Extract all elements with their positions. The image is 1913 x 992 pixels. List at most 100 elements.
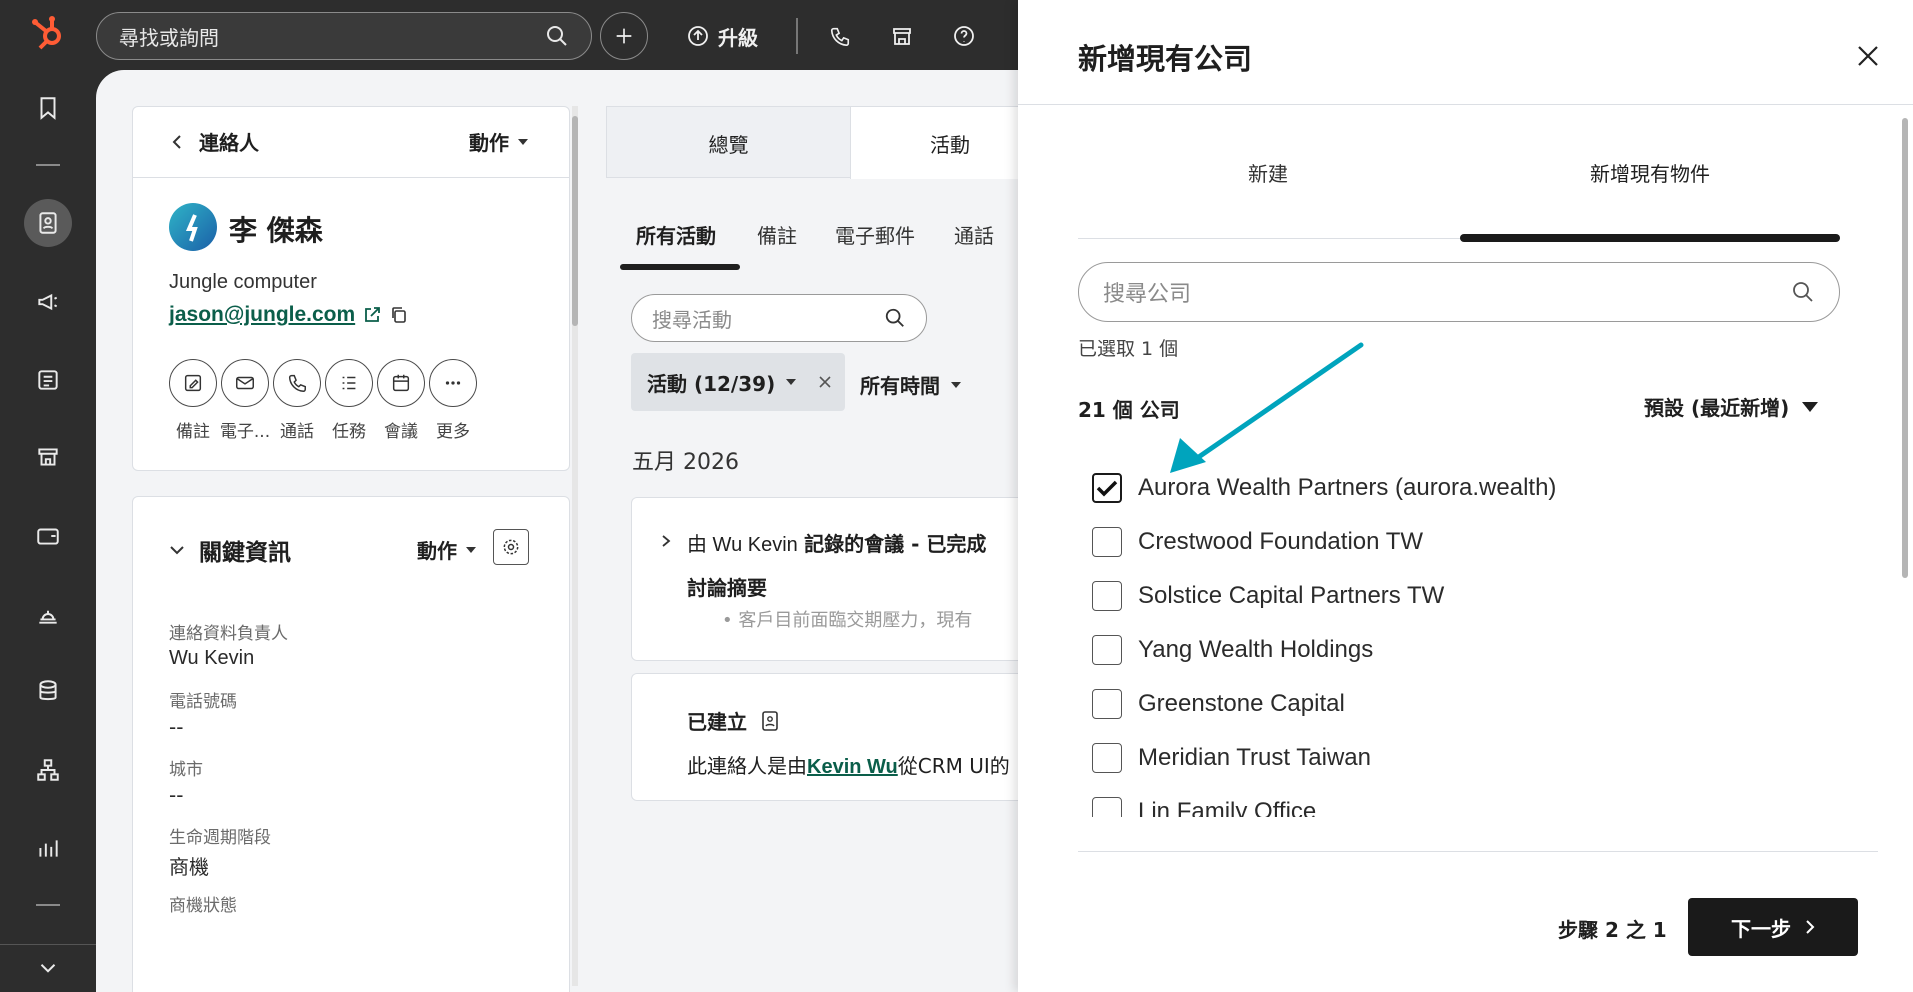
subtab-all-activities[interactable]: 所有活動 [636, 220, 716, 249]
subtab-calls[interactable]: 通話 [954, 220, 994, 249]
company-checkbox[interactable] [1092, 797, 1122, 817]
global-search-input[interactable]: 尋找或詢問 [96, 12, 592, 60]
meeting-logged-by: 由 Wu Kevin [687, 534, 798, 556]
gear-icon [503, 539, 519, 555]
email-action-button[interactable] [221, 359, 269, 407]
company-checkbox[interactable] [1092, 473, 1122, 503]
task-action-button[interactable] [325, 359, 373, 407]
city-field-value[interactable]: -- [169, 783, 183, 807]
contact-actions-dropdown[interactable]: 動作 [469, 127, 529, 156]
activity-search-input[interactable]: 搜尋活動 [631, 294, 927, 342]
upgrade-arrow-icon [688, 26, 708, 46]
reports-chart-icon[interactable] [24, 824, 72, 872]
subtab-notes[interactable]: 備註 [757, 220, 797, 249]
lead-status-field-label: 商機狀態 [169, 896, 237, 916]
company-checkbox[interactable] [1092, 743, 1122, 773]
contact-record-icon [762, 710, 778, 731]
back-to-contacts-link[interactable]: 連絡人 [169, 127, 259, 156]
rail-divider [36, 904, 60, 906]
meeting-action-button[interactable] [377, 359, 425, 407]
external-link-icon[interactable] [363, 306, 381, 324]
close-icon[interactable] [1856, 44, 1880, 68]
subtab-emails[interactable]: 電子郵件 [835, 220, 915, 249]
caret-down-icon [518, 138, 528, 145]
bookmark-icon[interactable] [24, 84, 72, 132]
upgrade-button[interactable]: 升級 [672, 12, 772, 60]
database-icon[interactable] [24, 667, 72, 715]
key-info-toggle[interactable]: 關鍵資訊 [169, 533, 291, 567]
tab-add-existing[interactable]: 新增現有物件 [1460, 158, 1840, 187]
checkmark-icon [1096, 480, 1118, 497]
more-icon [445, 381, 461, 385]
search-icon [885, 308, 904, 327]
marketing-megaphone-icon[interactable] [24, 278, 72, 326]
company-search-input[interactable]: 搜尋公司 [1078, 262, 1840, 322]
company-checkbox[interactable] [1092, 689, 1122, 719]
contacts-icon[interactable] [24, 199, 72, 247]
company-checkbox[interactable] [1092, 635, 1122, 665]
top-bar: 尋找或詢問 升級 [96, 0, 1018, 70]
phone-field-value[interactable]: -- [169, 715, 183, 739]
contact-email-link[interactable]: jason@jungle.com [169, 303, 355, 327]
more-action-button[interactable] [429, 359, 477, 407]
upgrade-label: 升級 [718, 25, 758, 50]
tab-activities[interactable]: 活動 [851, 107, 1018, 179]
back-label: 連絡人 [199, 131, 259, 155]
meeting-activity-title: 由 Wu Kevin 記錄的會議 - 已完成 [687, 528, 986, 557]
search-icon[interactable] [545, 24, 569, 48]
company-name[interactable]: Aurora Wealth Partners (aurora.wealth) [1138, 474, 1556, 502]
meeting-summary-heading: 討論摘要 [687, 576, 767, 600]
card-divider [133, 177, 569, 178]
chevron-down-icon[interactable] [24, 944, 72, 992]
company-name[interactable]: Greenstone Capital [1138, 690, 1345, 718]
company-name[interactable]: Lin Family Office [1138, 798, 1316, 817]
company-list: Aurora Wealth Partners (aurora.wealth) C… [1018, 455, 1913, 817]
global-search-placeholder: 尋找或詢問 [119, 25, 219, 50]
meeting-summary-text: 客戶目前面臨交期壓力，現有 [738, 610, 973, 631]
company-checkbox[interactable] [1092, 527, 1122, 557]
company-name[interactable]: Yang Wealth Holdings [1138, 636, 1373, 664]
topbar-divider [796, 18, 798, 54]
rail-divider [36, 164, 60, 166]
key-info-actions-dropdown[interactable]: 動作 [417, 535, 477, 564]
close-icon[interactable] [817, 374, 833, 390]
left-column-scrollbar[interactable] [572, 106, 578, 986]
lifecycle-field-value[interactable]: 商機 [169, 851, 209, 880]
company-checkbox[interactable] [1092, 581, 1122, 611]
chevron-right-icon[interactable] [660, 534, 672, 548]
commerce-store-icon[interactable] [24, 433, 72, 481]
marketplace-button[interactable] [882, 12, 922, 60]
panel-scrollbar[interactable] [1900, 110, 1910, 810]
created-text-after: 從CRM UI的 [897, 754, 1010, 778]
content-icon[interactable] [24, 356, 72, 404]
sort-dropdown[interactable]: 預設 (最近新增) [1644, 392, 1819, 421]
key-info-settings-button[interactable] [493, 529, 529, 565]
created-activity-card: 已建立 此連絡人是由Kevin Wu從CRM UI的 [631, 673, 1018, 801]
call-action-button[interactable] [273, 359, 321, 407]
automation-tree-icon[interactable] [24, 746, 72, 794]
next-step-button[interactable]: 下一步 [1688, 898, 1858, 956]
meeting-activity-card[interactable]: 由 Wu Kevin 記錄的會議 - 已完成 討論摘要 • 客戶目前面臨交期壓力… [631, 497, 1018, 661]
tab-overview[interactable]: 總覽 [607, 107, 851, 179]
company-name[interactable]: Crestwood Foundation TW [1138, 528, 1423, 556]
service-bell-icon[interactable] [24, 590, 72, 638]
add-existing-company-panel: 新增現有公司 新建 新增現有物件 搜尋公司 已選取 1 個 21 個 公司 預設… [1018, 0, 1913, 992]
step-indicator: 步驟 2 之 1 [1558, 918, 1667, 942]
company-name[interactable]: Meridian Trust Taiwan [1138, 744, 1371, 772]
activity-filter-chip[interactable]: 活動 (12/39) [631, 353, 845, 411]
wallet-icon[interactable] [24, 512, 72, 560]
help-button[interactable] [944, 12, 984, 60]
left-nav-rail [0, 0, 96, 992]
chevron-down-icon [170, 546, 184, 555]
owner-field-label: 連絡資料負責人 [169, 624, 288, 644]
company-name[interactable]: Solstice Capital Partners TW [1138, 582, 1444, 610]
calling-phone-button[interactable] [820, 12, 860, 60]
hubspot-logo-icon[interactable] [28, 12, 68, 52]
owner-field-value[interactable]: Wu Kevin [169, 647, 254, 670]
tab-create-new[interactable]: 新建 [1078, 158, 1458, 187]
copy-icon[interactable] [389, 305, 409, 325]
note-action-button[interactable] [169, 359, 217, 407]
time-filter-dropdown[interactable]: 所有時間 [860, 370, 962, 399]
creator-link[interactable]: Kevin Wu [807, 756, 898, 778]
create-plus-button[interactable] [600, 12, 648, 60]
